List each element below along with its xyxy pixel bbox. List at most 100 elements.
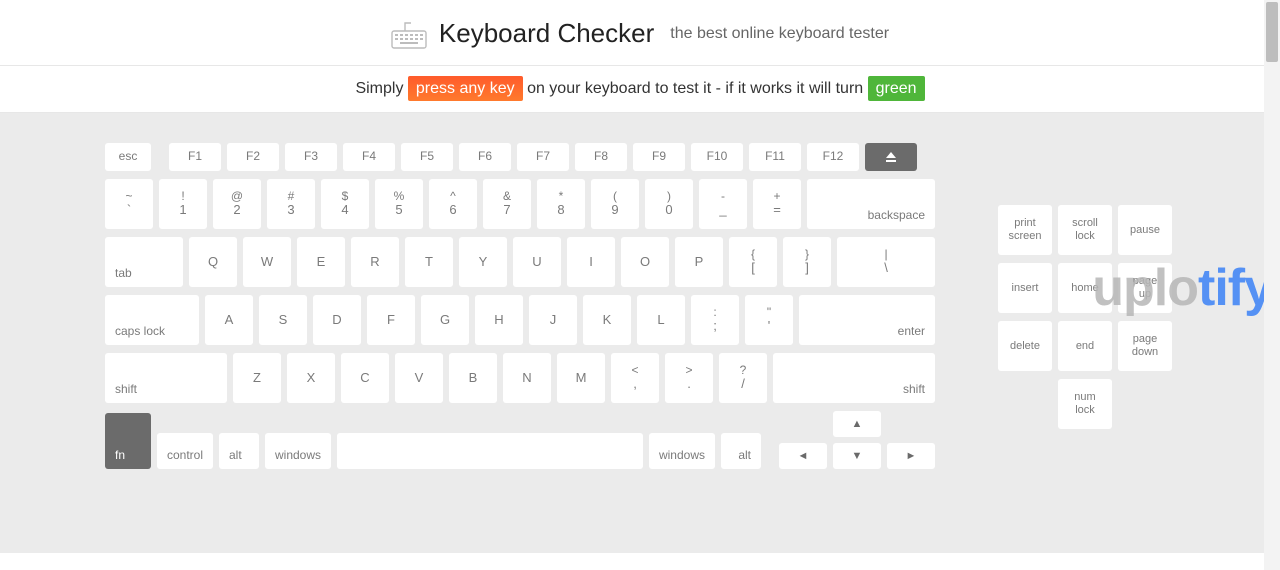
asdf-row: caps lock A S D F G H J K L :; "' enter	[105, 295, 935, 345]
key-s[interactable]: S	[259, 295, 307, 345]
key-rbracket[interactable]: }]	[783, 237, 831, 287]
scrollbar[interactable]	[1264, 0, 1280, 570]
key-f11[interactable]: F11	[749, 143, 801, 171]
key-lalt[interactable]: alt	[219, 433, 259, 469]
key-x[interactable]: X	[287, 353, 335, 403]
key-q[interactable]: Q	[189, 237, 237, 287]
key-f7[interactable]: F7	[517, 143, 569, 171]
key-eject[interactable]	[865, 143, 917, 171]
key-rwin[interactable]: windows	[649, 433, 715, 469]
key-period[interactable]: >.	[665, 353, 713, 403]
key-f3[interactable]: F3	[285, 143, 337, 171]
key-rshift[interactable]: shift	[773, 353, 935, 403]
key-equals[interactable]: +=	[753, 179, 801, 229]
key-v[interactable]: V	[395, 353, 443, 403]
key-num-lock[interactable]: numlock	[1058, 379, 1112, 429]
key-lshift[interactable]: shift	[105, 353, 227, 403]
key-backtick[interactable]: ~`	[105, 179, 153, 229]
key-f9[interactable]: F9	[633, 143, 685, 171]
key-u[interactable]: U	[513, 237, 561, 287]
key-1[interactable]: !1	[159, 179, 207, 229]
key-quote[interactable]: "'	[745, 295, 793, 345]
page-title: Keyboard Checker	[439, 18, 654, 49]
key-arrow-left[interactable]: ◄	[779, 443, 827, 469]
key-arrow-down[interactable]: ▼	[833, 443, 881, 469]
key-slash[interactable]: ?/	[719, 353, 767, 403]
key-page-down[interactable]: pagedown	[1118, 321, 1172, 371]
key-space[interactable]	[337, 433, 643, 469]
key-r[interactable]: R	[351, 237, 399, 287]
key-backslash[interactable]: |\	[837, 237, 935, 287]
key-f12[interactable]: F12	[807, 143, 859, 171]
key-b[interactable]: B	[449, 353, 497, 403]
key-scroll-lock[interactable]: scrolllock	[1058, 205, 1112, 255]
key-f2[interactable]: F2	[227, 143, 279, 171]
key-arrow-up[interactable]: ▲	[833, 411, 881, 437]
key-arrow-right[interactable]: ►	[887, 443, 935, 469]
key-pause[interactable]: pause	[1118, 205, 1172, 255]
key-l[interactable]: L	[637, 295, 685, 345]
scrollbar-thumb[interactable]	[1266, 2, 1278, 62]
key-comma[interactable]: <,	[611, 353, 659, 403]
key-m[interactable]: M	[557, 353, 605, 403]
zxcv-row: shift Z X C V B N M <, >. ?/ shift	[105, 353, 935, 403]
key-end[interactable]: end	[1058, 321, 1112, 371]
key-delete[interactable]: delete	[998, 321, 1052, 371]
key-i[interactable]: I	[567, 237, 615, 287]
key-home[interactable]: home	[1058, 263, 1112, 313]
key-p[interactable]: P	[675, 237, 723, 287]
key-o[interactable]: O	[621, 237, 669, 287]
key-f8[interactable]: F8	[575, 143, 627, 171]
key-8[interactable]: *8	[537, 179, 585, 229]
key-tab[interactable]: tab	[105, 237, 183, 287]
key-fn[interactable]: fn	[105, 413, 151, 469]
key-f5[interactable]: F5	[401, 143, 453, 171]
key-lbracket[interactable]: {[	[729, 237, 777, 287]
key-2[interactable]: @2	[213, 179, 261, 229]
key-d[interactable]: D	[313, 295, 361, 345]
key-4[interactable]: $4	[321, 179, 369, 229]
key-y[interactable]: Y	[459, 237, 507, 287]
key-g[interactable]: G	[421, 295, 469, 345]
key-e[interactable]: E	[297, 237, 345, 287]
key-esc[interactable]: esc	[105, 143, 151, 171]
bottom-row: fn control alt windows windows alt ▲ ◄ ▼…	[105, 411, 935, 469]
instruction-pre: Simply	[355, 80, 407, 97]
key-h[interactable]: H	[475, 295, 523, 345]
keyboard-icon	[391, 19, 427, 49]
key-print-screen[interactable]: printscreen	[998, 205, 1052, 255]
key-z[interactable]: Z	[233, 353, 281, 403]
key-j[interactable]: J	[529, 295, 577, 345]
key-7[interactable]: &7	[483, 179, 531, 229]
key-f[interactable]: F	[367, 295, 415, 345]
key-ralt[interactable]: alt	[721, 433, 761, 469]
key-page-up[interactable]: pageup	[1118, 263, 1172, 313]
number-row: ~` !1 @2 #3 $4 %5 ^6 &7 *8 (9 )0 -_ += b…	[105, 179, 935, 229]
key-lctrl[interactable]: control	[157, 433, 213, 469]
key-c[interactable]: C	[341, 353, 389, 403]
key-minus[interactable]: -_	[699, 179, 747, 229]
key-semicolon[interactable]: :;	[691, 295, 739, 345]
key-k[interactable]: K	[583, 295, 631, 345]
key-enter[interactable]: enter	[799, 295, 935, 345]
key-3[interactable]: #3	[267, 179, 315, 229]
key-n[interactable]: N	[503, 353, 551, 403]
key-capslock[interactable]: caps lock	[105, 295, 199, 345]
key-f6[interactable]: F6	[459, 143, 511, 171]
key-f10[interactable]: F10	[691, 143, 743, 171]
key-a[interactable]: A	[205, 295, 253, 345]
key-lwin[interactable]: windows	[265, 433, 331, 469]
key-f4[interactable]: F4	[343, 143, 395, 171]
key-6[interactable]: ^6	[429, 179, 477, 229]
keyboard-main: esc F1 F2 F3 F4 F5 F6 F7 F8 F9 F10 F11 F…	[105, 143, 935, 513]
key-f1[interactable]: F1	[169, 143, 221, 171]
key-backspace[interactable]: backspace	[807, 179, 935, 229]
keyboard-side: printscreen scrolllock pause insert home…	[995, 143, 1175, 513]
key-w[interactable]: W	[243, 237, 291, 287]
key-insert[interactable]: insert	[998, 263, 1052, 313]
key-5[interactable]: %5	[375, 179, 423, 229]
key-t[interactable]: T	[405, 237, 453, 287]
key-9[interactable]: (9	[591, 179, 639, 229]
badge-green: green	[868, 76, 925, 101]
key-0[interactable]: )0	[645, 179, 693, 229]
